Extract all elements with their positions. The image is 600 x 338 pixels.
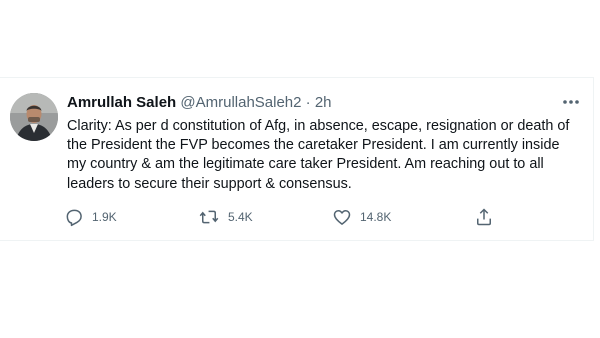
like-button[interactable]: 14.8K [332, 205, 391, 229]
separator-dot: · [305, 94, 311, 111]
reply-icon [66, 209, 82, 227]
avatar-image [10, 93, 58, 141]
heart-icon [333, 210, 351, 225]
more-horizontal-icon[interactable] [560, 92, 582, 112]
user-handle[interactable]: @AmrullahSaleh2 [180, 94, 301, 111]
retweet-button[interactable]: 5.4K [198, 205, 253, 229]
avatar[interactable] [10, 93, 58, 141]
timestamp[interactable]: 2h [315, 94, 332, 111]
reply-count: 1.9K [92, 210, 117, 224]
retweet-icon [199, 210, 219, 224]
like-count: 14.8K [360, 210, 392, 224]
share-button[interactable] [474, 205, 494, 229]
tweet-header: Amrullah Saleh @AmrullahSaleh2 · 2h [67, 94, 332, 112]
display-name[interactable]: Amrullah Saleh [67, 94, 176, 111]
tweet-text: Clarity: As per d constitution of Afg, i… [67, 118, 570, 192]
share-icon [477, 208, 491, 226]
tweet-actions: 1.9K 5.4K 14.8K [64, 205, 504, 229]
retweet-count: 5.4K [228, 210, 253, 224]
page: Amrullah Saleh @AmrullahSaleh2 · 2h Clar… [0, 0, 600, 338]
reply-button[interactable]: 1.9K [64, 205, 117, 229]
